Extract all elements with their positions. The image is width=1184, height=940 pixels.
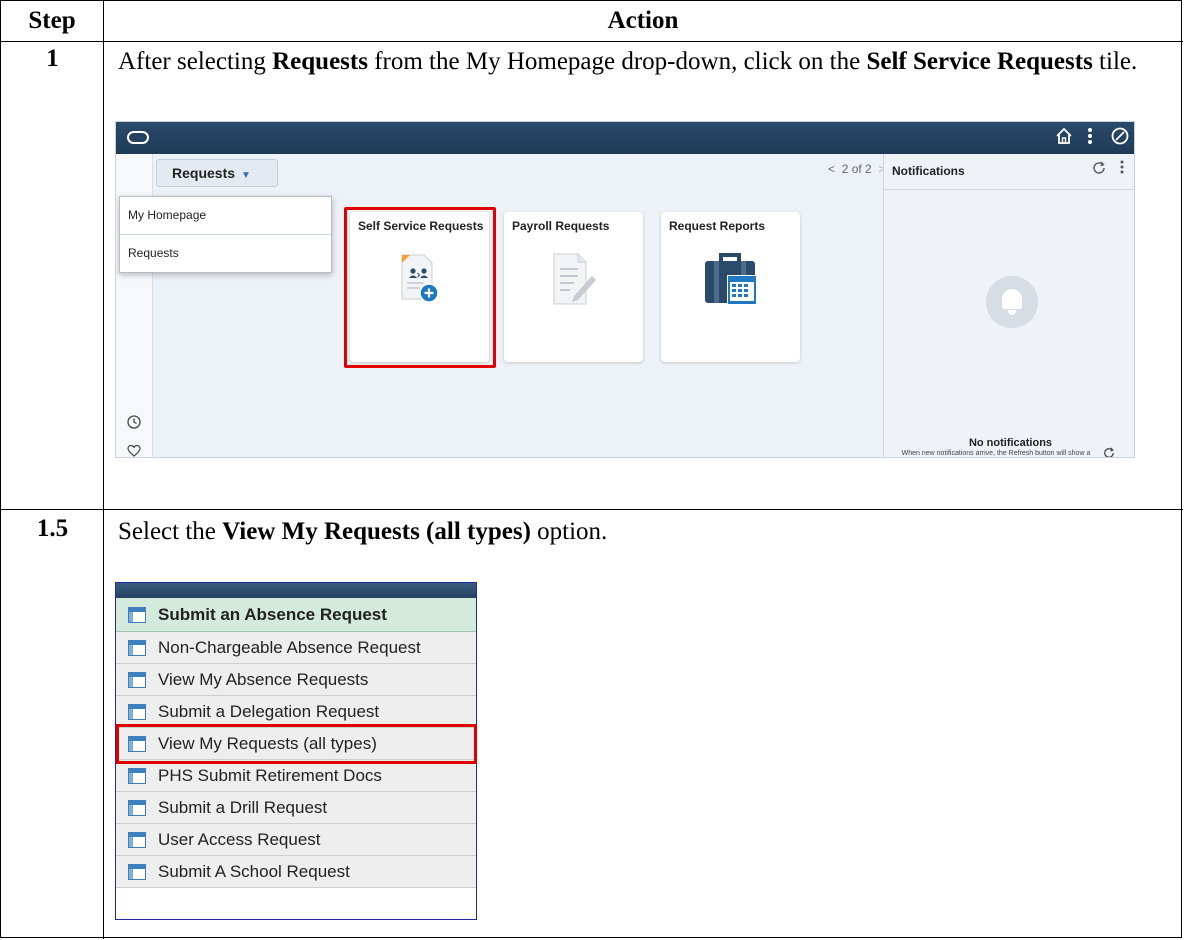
tile-title: Request Reports	[669, 219, 766, 233]
caret-down-icon: ▼	[241, 170, 251, 181]
menu-item-non-chargeable-absence[interactable]: Non-Chargeable Absence Request	[116, 632, 476, 664]
more-icon[interactable]	[1120, 160, 1124, 179]
notifications-title: Notifications	[892, 164, 965, 178]
notifications-header: Notifications	[884, 154, 1134, 190]
menu-item-user-access-request[interactable]: User Access Request	[116, 824, 476, 856]
no-notifications-label: No notifications	[968, 437, 1053, 449]
page-icon	[128, 640, 146, 656]
step-number: 1.5	[36, 515, 69, 542]
document-edit-icon	[544, 249, 604, 309]
more-icon[interactable]	[1087, 127, 1093, 151]
briefcase-calendar-icon	[701, 249, 761, 309]
compass-icon[interactable]	[1111, 127, 1129, 151]
page-icon	[128, 864, 146, 880]
tile-payroll-requests[interactable]: Payroll Requests	[504, 212, 643, 362]
tile-request-reports[interactable]: Request Reports	[661, 212, 800, 362]
notifications-panel: Notifications No notifications When new …	[883, 154, 1134, 457]
requests-dropdown-button[interactable]: Requests ▼	[156, 159, 278, 187]
page-icon	[128, 704, 146, 720]
dropdown-item-my-homepage[interactable]: My Homepage	[120, 197, 331, 234]
no-notifications-hint: When new notifications arrive, the Refre…	[901, 450, 1091, 457]
row-divider	[1, 41, 1183, 42]
dropdown-item-requests[interactable]: Requests	[120, 234, 331, 271]
highlight-box	[116, 724, 477, 764]
header-step: Step	[28, 7, 76, 34]
menu-title-bar	[116, 583, 476, 598]
menu-item-submit-absence-request[interactable]: Submit an Absence Request	[116, 598, 476, 632]
homepage-dropdown-menu: My Homepage Requests	[119, 196, 332, 273]
page-icon	[128, 672, 146, 688]
top-bar	[116, 122, 1134, 154]
header-action: Action	[607, 7, 679, 34]
oracle-logo-icon	[127, 131, 149, 144]
page-icon	[128, 832, 146, 848]
clock-icon[interactable]	[126, 415, 142, 431]
requests-menu-screenshot: Submit an Absence Request Non-Chargeable…	[115, 582, 477, 920]
highlight-box	[344, 207, 496, 368]
step-instruction: After selecting Requests from the My Hom…	[118, 48, 1138, 75]
step-instruction: Select the View My Requests (all types) …	[118, 518, 608, 545]
bell-icon	[986, 276, 1038, 328]
home-icon[interactable]	[1055, 127, 1073, 151]
menu-item-view-my-absence-requests[interactable]: View My Absence Requests	[116, 664, 476, 696]
page-icon	[128, 800, 146, 816]
menu-item-phs-retirement-docs[interactable]: PHS Submit Retirement Docs	[116, 760, 476, 792]
step-number: 1	[46, 45, 59, 72]
heart-icon[interactable]	[126, 444, 142, 457]
homepage-screenshot: Requests ▼ < 2 of 2 > Self Service Reques…	[115, 121, 1135, 458]
menu-item-submit-school-request[interactable]: Submit A School Request	[116, 856, 476, 888]
row-divider	[1, 509, 1183, 510]
tile-title: Payroll Requests	[512, 219, 610, 233]
column-divider	[103, 1, 104, 939]
menu-item-submit-drill-request[interactable]: Submit a Drill Request	[116, 792, 476, 824]
page-icon	[128, 607, 146, 623]
refresh-icon	[1103, 447, 1115, 457]
page-icon	[128, 768, 146, 784]
refresh-icon[interactable]	[1092, 160, 1106, 180]
chevron-left-icon[interactable]: <	[828, 162, 842, 176]
page-indicator[interactable]: < 2 of 2 >	[828, 162, 885, 176]
